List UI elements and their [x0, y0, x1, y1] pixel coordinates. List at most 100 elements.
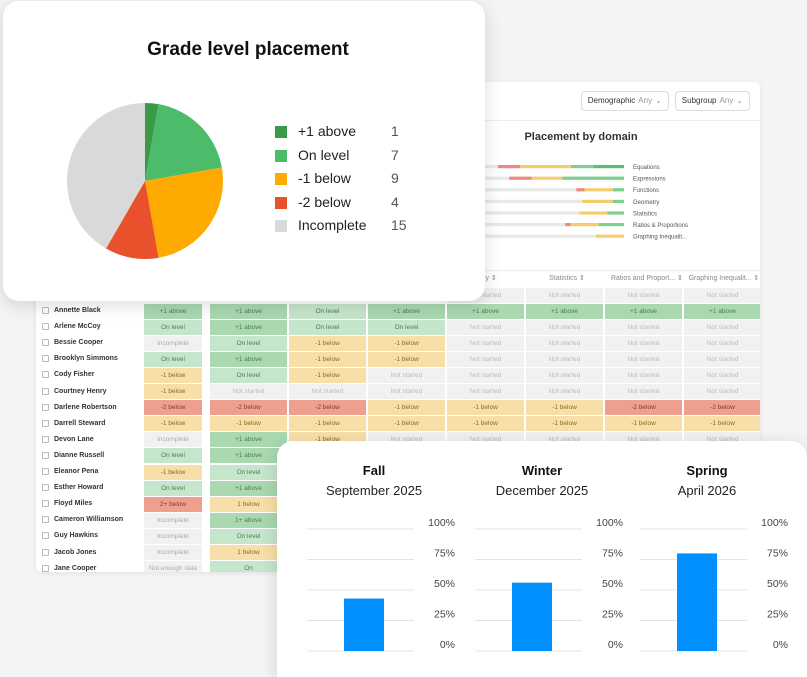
placement-cell: +1 above: [684, 303, 760, 319]
placement-cell: -1 below: [447, 416, 524, 432]
legend-value: 4: [391, 193, 399, 210]
student-name[interactable]: Floyd Miles: [54, 496, 92, 512]
placement-cell: Incomplete: [144, 528, 202, 544]
row-checkbox[interactable]: [42, 355, 49, 363]
student-name[interactable]: Cody Fisher: [54, 367, 94, 383]
student-name[interactable]: Jane Cooper: [54, 561, 96, 572]
row-checkbox[interactable]: [42, 387, 49, 395]
progress-over-time-card: Fall September 2025 0% 25% 50% 75% 100% Wint…: [277, 441, 807, 677]
table-row[interactable]: Courtney Henry -1 below Not started Not sta…: [36, 384, 760, 400]
student-name[interactable]: Darlene Robertson: [54, 400, 117, 416]
student-name[interactable]: Devon Lane: [54, 432, 94, 448]
placement-cell: Not started: [684, 351, 760, 367]
domain-label: Geometry: [633, 200, 659, 206]
student-name[interactable]: Jacob Jones: [54, 545, 96, 561]
student-name[interactable]: Guy Hawkins: [54, 528, 98, 544]
student-name[interactable]: Arlene McCoy: [54, 319, 101, 335]
placement-cell: Not enough data: [144, 561, 202, 572]
bar[interactable]: [512, 582, 552, 651]
row-checkbox[interactable]: [42, 403, 49, 411]
row-checkbox[interactable]: [42, 371, 49, 379]
student-name[interactable]: Dianne Russell: [54, 448, 104, 464]
pie-legend: +1 above 1 On level 7 -1 below 9 -2 belo…: [275, 123, 435, 241]
row-checkbox[interactable]: [42, 548, 49, 556]
y-tick-label: 50%: [767, 578, 788, 590]
placement-cell: +1 above: [447, 303, 524, 319]
placement-cell: -2 below: [684, 400, 760, 416]
legend-label: -1 below: [298, 170, 351, 186]
bar[interactable]: [344, 598, 384, 651]
domain-bar-segment: [593, 165, 624, 169]
subgroup-filter[interactable]: Subgroup Any ⌄: [674, 91, 750, 111]
placement-cell: -1 below: [144, 464, 202, 480]
student-name[interactable]: Esther Howard: [54, 480, 103, 496]
table-row[interactable]: Darlene Robertson -2 below -2 below -2 belo…: [36, 400, 760, 416]
placement-cell: +1 above: [210, 351, 287, 367]
demographic-filter[interactable]: Demographic Any ⌄: [580, 91, 669, 111]
placement-cell: -1 below: [210, 416, 287, 432]
table-row[interactable]: Bessie Cooper Incomplete On level -1 below -…: [36, 335, 760, 351]
placement-cell: -1 below: [684, 416, 760, 432]
student-name[interactable]: Courtney Henry: [54, 384, 107, 400]
table-row[interactable]: Darrell Steward -1 below -1 below -1 below -…: [36, 416, 760, 432]
bar[interactable]: [677, 553, 717, 651]
row-checkbox[interactable]: [42, 564, 49, 572]
placement-cell: Not started: [447, 384, 524, 400]
row-checkbox[interactable]: [42, 307, 49, 315]
legend-swatch: [275, 196, 287, 209]
placement-cell: -1 below: [144, 367, 202, 383]
placement-cell: -2 below: [144, 400, 202, 416]
row-checkbox[interactable]: [42, 323, 49, 331]
row-checkbox[interactable]: [42, 435, 49, 443]
placement-cell: -1 below: [289, 416, 366, 432]
domain-bar-segment: [570, 165, 594, 169]
student-name[interactable]: Annette Black: [54, 303, 101, 319]
placement-cell: Not started: [447, 335, 524, 351]
table-row[interactable]: Cody Fisher -1 below On level -1 below Not s…: [36, 367, 760, 383]
student-name[interactable]: Darrell Steward: [54, 416, 105, 432]
column-header-ratios[interactable]: Ratios and Proport... ⇕: [604, 271, 690, 287]
grade-level-placement-card: Grade level placement +1 above 1 On leve…: [3, 1, 485, 301]
placement-cell: -1 below: [289, 367, 366, 383]
y-tick-label: 100%: [596, 519, 623, 529]
bar-chart-winter: 0% 25% 50% 75% 100%: [475, 519, 623, 652]
placement-cell: Not started: [605, 287, 682, 303]
domain-bar-segment: [576, 188, 585, 192]
legend-item-incomplete: Incomplete 15: [275, 217, 435, 241]
student-name[interactable]: Cameron Williamson: [54, 512, 123, 528]
row-checkbox[interactable]: [42, 500, 49, 508]
domain-bar-segment: [484, 211, 580, 215]
row-checkbox[interactable]: [42, 516, 49, 524]
placement-cell: Not started: [605, 319, 682, 335]
placement-cell: Not started: [684, 335, 760, 351]
row-checkbox[interactable]: [42, 419, 49, 427]
row-checkbox[interactable]: [42, 339, 49, 347]
table-row[interactable]: Brooklyn Simmons On level +1 above -1 below…: [36, 351, 760, 367]
legend-label: Incomplete: [298, 217, 367, 233]
placement-cell: -1 below: [368, 351, 445, 367]
table-row[interactable]: Annette Black +1 above +1 above On level +1 …: [36, 303, 760, 319]
row-checkbox[interactable]: [42, 468, 49, 476]
domain-bar-segment: [598, 223, 624, 227]
row-checkbox[interactable]: [42, 532, 49, 540]
placement-cell: On level: [210, 335, 287, 351]
y-tick-label: 100%: [761, 519, 788, 529]
placement-cell: Not started: [684, 287, 760, 303]
column-header-statistics[interactable]: Statistics ⇕: [528, 271, 606, 287]
placement-cell: On level: [210, 464, 287, 480]
row-checkbox[interactable]: [42, 451, 49, 459]
student-name[interactable]: Brooklyn Simmons: [54, 351, 118, 367]
table-row[interactable]: Arlene McCoy On level +1 above On level On l…: [36, 319, 760, 335]
placement-cell: +1 above: [605, 303, 682, 319]
student-name[interactable]: Eleanor Pena: [54, 464, 98, 480]
chevron-down-icon: ⌄: [655, 96, 662, 105]
domain-bar-segment: [579, 211, 608, 215]
student-name[interactable]: Bessie Cooper: [54, 335, 103, 351]
pie-slice[interactable]: [145, 167, 223, 258]
column-header-graphing[interactable]: Graphing Inequalit... ⇕: [684, 271, 760, 287]
pie-slice[interactable]: [145, 104, 222, 181]
placement-cell: Incomplete: [144, 545, 202, 560]
legend-value: 7: [391, 146, 399, 163]
row-checkbox[interactable]: [42, 484, 49, 492]
placement-cell: Not started: [368, 367, 445, 383]
